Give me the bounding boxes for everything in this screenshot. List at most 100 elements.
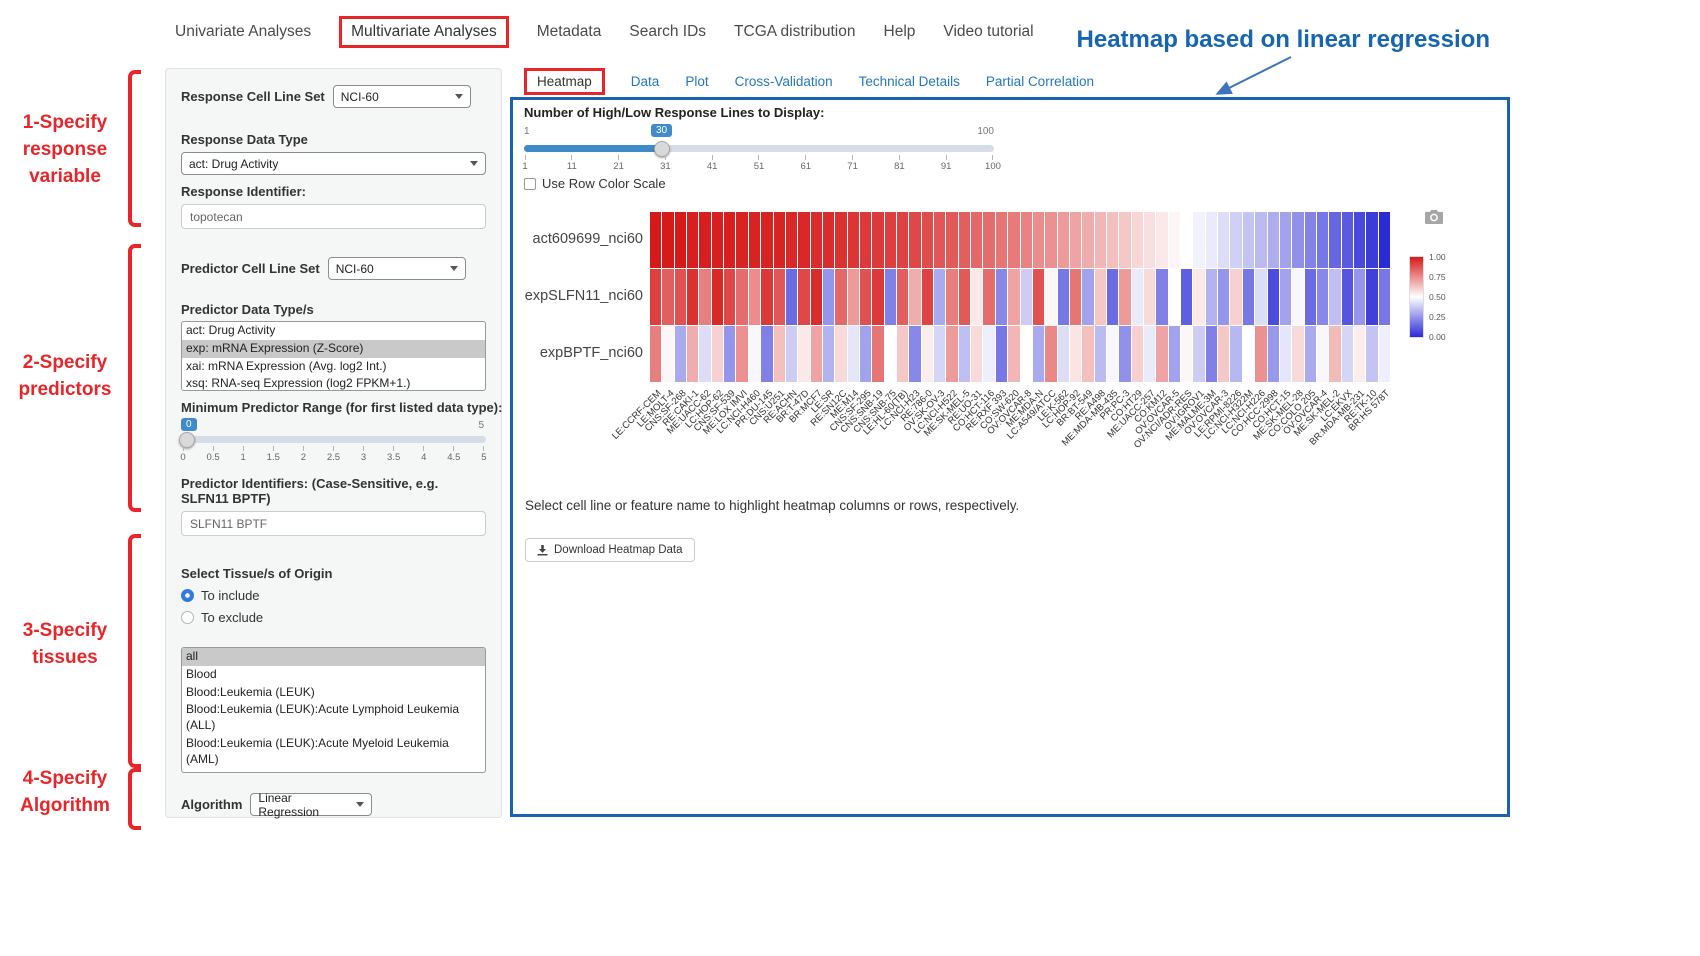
heatmap-cell[interactable] — [786, 212, 797, 268]
heatmap-cell[interactable] — [983, 269, 994, 325]
heatmap-row-label[interactable]: expSLFN11_nci60 — [513, 288, 643, 304]
heatmap-cell[interactable] — [1218, 269, 1229, 325]
heatmap-cell[interactable] — [909, 269, 920, 325]
heatmap-cell[interactable] — [749, 269, 760, 325]
heatmap-row-label[interactable]: act609699_nci60 — [513, 231, 643, 247]
option-xai-mrna-expression-avg-log2-int[interactable]: xai: mRNA Expression (Avg. log2 Int.) — [182, 358, 485, 376]
heatmap-cell[interactable] — [662, 326, 673, 382]
heatmap-cell[interactable] — [885, 212, 896, 268]
heatmap-cell[interactable] — [959, 269, 970, 325]
heatmap-cell[interactable] — [736, 326, 747, 382]
heatmap-cell[interactable] — [885, 326, 896, 382]
heatmap-cell[interactable] — [1255, 269, 1266, 325]
heatmap-cell[interactable] — [699, 212, 710, 268]
heatmap-cell[interactable] — [1107, 269, 1118, 325]
heatmap-cell[interactable] — [922, 326, 933, 382]
heatmap-cell[interactable] — [712, 212, 723, 268]
response-identifier-input[interactable] — [181, 204, 486, 229]
heatmap-cell[interactable] — [1008, 326, 1019, 382]
option-blood-leukemia-leuk-acute-myeloid-leukemia-aml[interactable]: Blood:Leukemia (LEUK):Acute Myeloid Leuk… — [182, 735, 485, 769]
tab-partial-correlation[interactable]: Partial Correlation — [986, 74, 1094, 89]
heatmap-cell[interactable] — [662, 212, 673, 268]
heatmap-cell[interactable] — [1193, 269, 1204, 325]
heatmap-cell[interactable] — [1132, 212, 1143, 268]
heatmap-cell[interactable] — [1033, 326, 1044, 382]
heatmap-cell[interactable] — [1317, 269, 1328, 325]
tab-plot[interactable]: Plot — [685, 74, 708, 89]
heatmap-cell[interactable] — [1181, 212, 1192, 268]
heatmap-cell[interactable] — [1045, 269, 1056, 325]
option-exp-mrna-expression-z-score[interactable]: exp: mRNA Expression (Z-Score) — [182, 340, 485, 358]
heatmap-cell[interactable] — [1354, 326, 1365, 382]
heatmap-cell[interactable] — [1095, 269, 1106, 325]
heatmap-cell[interactable] — [996, 326, 1007, 382]
heatmap-cell[interactable] — [761, 269, 772, 325]
heatmap-cell[interactable] — [934, 269, 945, 325]
heatmap-cell[interactable] — [1021, 212, 1032, 268]
heatmap-cell[interactable] — [860, 269, 871, 325]
heatmap-cell[interactable] — [1230, 269, 1241, 325]
heatmap-cell[interactable] — [1366, 326, 1377, 382]
heatmap-cell[interactable] — [1082, 212, 1093, 268]
heatmap-cell[interactable] — [650, 269, 661, 325]
checkbox-icon[interactable] — [524, 178, 536, 190]
heatmap-cell[interactable] — [1379, 212, 1390, 268]
heatmap-cell[interactable] — [1342, 212, 1353, 268]
heatmap-cell[interactable] — [687, 269, 698, 325]
option-all[interactable]: all — [182, 648, 485, 666]
heatmap-cell[interactable] — [1033, 269, 1044, 325]
heatmap-cell[interactable] — [835, 326, 846, 382]
heatmap-cell[interactable] — [1058, 212, 1069, 268]
option-xsq-rna-seq-expression-log2-fpkm-1[interactable]: xsq: RNA-seq Expression (log2 FPKM+1.) — [182, 375, 485, 391]
row-color-scale-checkbox[interactable]: Use Row Color Scale — [524, 176, 666, 191]
heatmap-cell[interactable] — [1144, 212, 1155, 268]
heatmap-cell[interactable] — [1280, 326, 1291, 382]
heatmap-cell[interactable] — [1144, 269, 1155, 325]
heatmap-cell[interactable] — [848, 326, 859, 382]
option-blood-leukemia-leuk-acute-lymphoid-leukemia-all[interactable]: Blood:Leukemia (LEUK):Acute Lymphoid Leu… — [182, 701, 485, 735]
heatmap-cell[interactable] — [1305, 269, 1316, 325]
heatmap-cell[interactable] — [1058, 269, 1069, 325]
heatmap-cell[interactable] — [1230, 326, 1241, 382]
radio-icon[interactable] — [181, 589, 194, 602]
heatmap-row-label[interactable]: expBPTF_nci60 — [513, 345, 643, 361]
heatmap-cell[interactable] — [1379, 326, 1390, 382]
heatmap-cell[interactable] — [1021, 326, 1032, 382]
heatmap-cell[interactable] — [1132, 326, 1143, 382]
heatmap-cell[interactable] — [1243, 326, 1254, 382]
heatmap-cell[interactable] — [811, 212, 822, 268]
heatmap-cell[interactable] — [1144, 326, 1155, 382]
heatmap-cell[interactable] — [1268, 326, 1279, 382]
heatmap-cell[interactable] — [1354, 269, 1365, 325]
heatmap-cell[interactable] — [1193, 212, 1204, 268]
heatmap-cell[interactable] — [1342, 269, 1353, 325]
heatmap-cell[interactable] — [1169, 326, 1180, 382]
heatmap-cell[interactable] — [1033, 212, 1044, 268]
heatmap-cell[interactable] — [1366, 269, 1377, 325]
min-predictor-range-slider[interactable]: 0 5 0 00.511.522.533.544.55 — [181, 418, 486, 466]
heatmap-cell[interactable] — [1366, 212, 1377, 268]
heatmap-cell[interactable] — [1193, 326, 1204, 382]
heatmap-cell[interactable] — [1268, 212, 1279, 268]
heatmap-cell[interactable] — [959, 326, 970, 382]
heatmap-cell[interactable] — [848, 212, 859, 268]
heatmap-cell[interactable] — [946, 326, 957, 382]
heatmap-cell[interactable] — [749, 326, 760, 382]
heatmap-cell[interactable] — [934, 326, 945, 382]
heatmap-cell[interactable] — [811, 269, 822, 325]
nav-item-video-tutorial[interactable]: Video tutorial — [943, 23, 1033, 41]
heatmap-cell[interactable] — [687, 326, 698, 382]
nav-item-search-ids[interactable]: Search IDs — [629, 23, 706, 41]
heatmap-cell[interactable] — [774, 326, 785, 382]
heatmap-cell[interactable] — [848, 269, 859, 325]
tab-heatmap[interactable]: Heatmap — [524, 68, 605, 95]
heatmap-cell[interactable] — [1243, 212, 1254, 268]
heatmap-cell[interactable] — [996, 269, 1007, 325]
heatmap-cell[interactable] — [996, 212, 1007, 268]
heatmap-cell[interactable] — [872, 269, 883, 325]
camera-icon[interactable] — [1425, 210, 1443, 224]
heatmap-cell[interactable] — [1292, 326, 1303, 382]
nav-item-multivariate-analyses[interactable]: Multivariate Analyses — [339, 16, 509, 48]
heatmap-cell[interactable] — [1317, 212, 1328, 268]
heatmap-cell[interactable] — [860, 212, 871, 268]
